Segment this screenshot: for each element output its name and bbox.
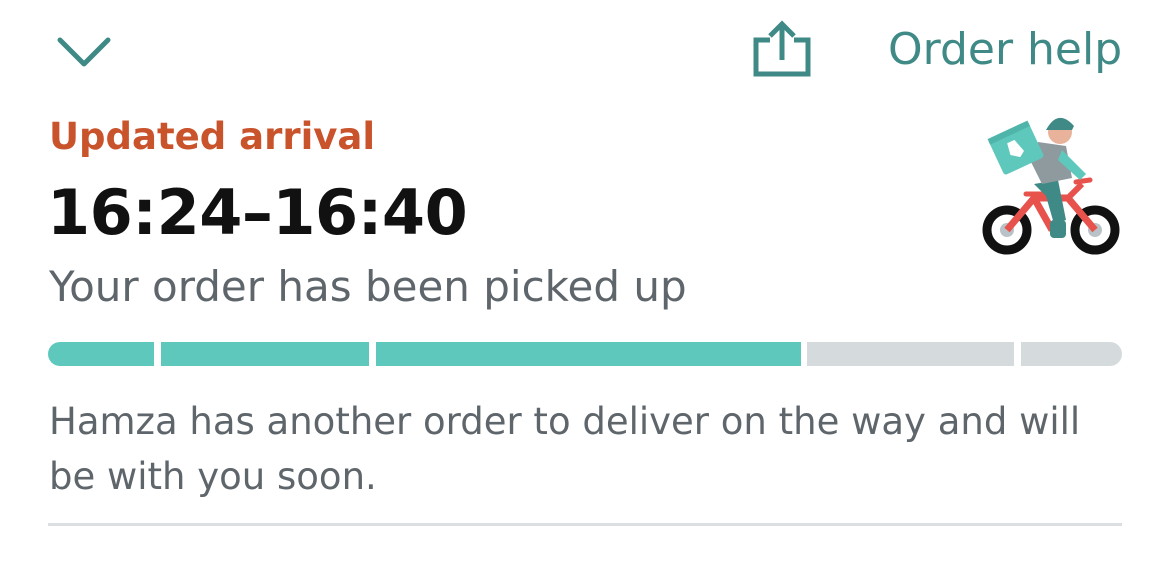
delivery-update-message: Hamza has another order to deliver on th…: [49, 400, 1081, 498]
updated-arrival-label: Updated arrival: [49, 115, 376, 158]
arrival-time-range: 16:24–16:40: [47, 176, 468, 249]
order-help-link[interactable]: Order help: [888, 20, 1122, 80]
progress-segment-2: [161, 342, 369, 366]
chevron-down-icon[interactable]: [56, 34, 112, 70]
progress-segment-3: [376, 342, 801, 366]
progress-segment-4: [807, 342, 1014, 366]
share-icon[interactable]: [750, 20, 814, 80]
delivery-progress-bar: [48, 342, 1122, 366]
progress-segment-5: [1021, 342, 1122, 366]
delivery-rider-icon: [982, 117, 1120, 255]
progress-segment-1: [48, 342, 154, 366]
divider: [48, 523, 1122, 526]
top-bar: Order help: [0, 0, 1170, 100]
order-status-text: Your order has been picked up: [49, 262, 687, 311]
